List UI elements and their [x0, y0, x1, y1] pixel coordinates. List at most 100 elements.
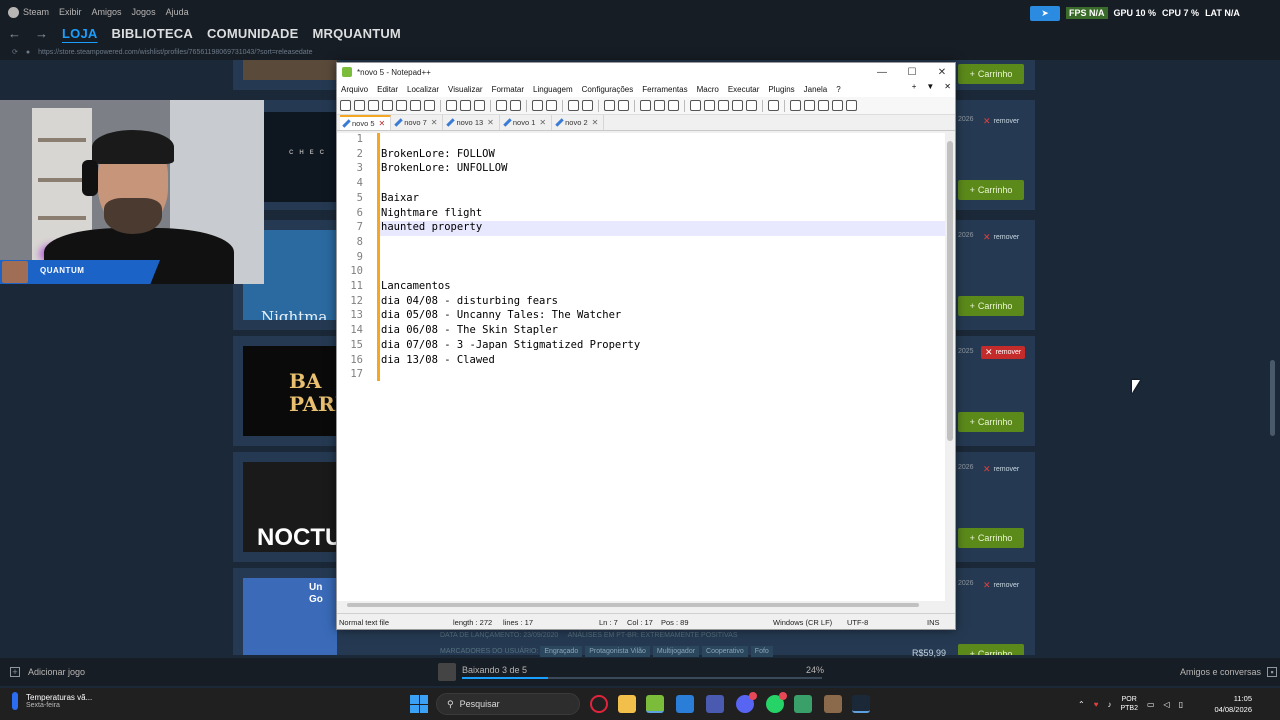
scroll-thumb[interactable] — [947, 141, 953, 441]
add-to-cart-button[interactable]: + Carrinho — [958, 296, 1024, 316]
indent-guide-icon[interactable] — [668, 100, 679, 111]
opera-icon[interactable] — [590, 695, 608, 713]
remove-link[interactable]: ✕ remover — [983, 116, 1019, 127]
game-thumbnail[interactable]: NOCTU — [243, 462, 337, 552]
menu-macro[interactable]: Macro — [697, 85, 719, 94]
steam-menu-steam[interactable]: Steam — [8, 6, 49, 18]
doc-tab[interactable]: novo 2 ✕ — [553, 115, 605, 130]
window-titlebar[interactable]: *novo 5 - Notepad++ — ☐ ✕ — [337, 63, 955, 81]
tag-chip[interactable]: Fofo — [750, 646, 773, 657]
function-list-icon[interactable] — [732, 100, 743, 111]
code-line[interactable]: BrokenLore: FOLLOW — [381, 148, 495, 160]
weather-widget[interactable]: Temperaturas vã... Sexta-feira — [12, 692, 92, 710]
menu-formatar[interactable]: Formatar — [492, 85, 524, 94]
doc-tab[interactable]: novo 13 ✕ — [444, 115, 500, 130]
sync-v-icon[interactable] — [604, 100, 615, 111]
discord-icon[interactable] — [736, 692, 757, 713]
tag-chip[interactable]: Multijogador — [652, 646, 700, 657]
add-to-cart-button[interactable]: + Carrinho — [958, 528, 1024, 548]
eol-format[interactable]: Windows (CR LF) — [773, 618, 832, 627]
save-icon[interactable] — [368, 100, 379, 111]
menu-visualizar[interactable]: Visualizar — [448, 85, 483, 94]
remove-link[interactable]: ✕ remover — [983, 580, 1019, 591]
sync-h-icon[interactable] — [618, 100, 629, 111]
text-editor[interactable]: 1 2 3 4 5 6 7 8 9 10 11 12 13 14 15 16 17 BrokenLore: FO… — [337, 133, 955, 609]
scroll-thumb[interactable] — [347, 603, 919, 607]
code-line[interactable]: dia 05/08 - Uncanny Tales: The Watcher — [381, 309, 621, 321]
print-icon[interactable] — [424, 100, 435, 111]
menu-ferramentas[interactable]: Ferramentas — [642, 85, 687, 94]
code-line[interactable]: Lancamentos — [381, 280, 451, 292]
tab-list-icon[interactable]: ▼ — [926, 82, 934, 91]
doc-tab[interactable]: novo 1 ✕ — [500, 115, 553, 130]
menu-executar[interactable]: Executar — [728, 85, 760, 94]
code-line[interactable]: dia 04/08 - disturbing fears — [381, 295, 558, 307]
steam-taskbar-icon[interactable] — [852, 695, 870, 713]
notepadpp-taskbar-icon[interactable] — [646, 695, 664, 713]
friends-chat-button[interactable]: Amigos e conversas ▪ — [1180, 667, 1278, 677]
word-wrap-icon[interactable] — [640, 100, 651, 111]
app-icon[interactable] — [794, 695, 812, 713]
doc-list-icon[interactable] — [718, 100, 729, 111]
add-game-button[interactable]: + Adicionar jogo — [10, 667, 85, 677]
network-icon[interactable]: ▭ — [1147, 700, 1155, 709]
cut-icon[interactable] — [446, 100, 457, 111]
teams-icon[interactable] — [706, 695, 724, 713]
show-all-chars-icon[interactable] — [654, 100, 665, 111]
remove-link[interactable]: ✕ remover — [983, 464, 1019, 475]
vertical-scrollbar[interactable] — [945, 133, 955, 609]
antivirus-icon[interactable]: ♥ — [1094, 700, 1099, 709]
menu-help[interactable]: ? — [836, 85, 840, 94]
tab-comunidade[interactable]: COMUNIDADE — [207, 26, 299, 41]
whatsapp-icon[interactable] — [766, 692, 787, 713]
add-to-cart-button[interactable]: + Carrinho — [958, 180, 1024, 200]
menu-plugins[interactable]: Plugins — [768, 85, 794, 94]
forward-arrow-icon[interactable]: → — [35, 26, 48, 41]
new-file-icon[interactable] — [340, 100, 351, 111]
encoding[interactable]: UTF-8 — [847, 618, 868, 627]
add-to-cart-button[interactable]: + Carrinho — [958, 412, 1024, 432]
tab-close-icon[interactable]: ✕ — [379, 119, 386, 128]
game-icon[interactable] — [824, 695, 842, 713]
code-line[interactable]: dia 07/08 - 3 -Japan Stigmatized Propert… — [381, 339, 640, 351]
game-thumbnail[interactable]: Un Go — [243, 578, 337, 655]
stop-macro-icon[interactable] — [804, 100, 815, 111]
page-scrollbar[interactable] — [1270, 360, 1275, 436]
paste-icon[interactable] — [474, 100, 485, 111]
tab-profile[interactable]: MRQUANTUM — [313, 26, 401, 41]
tag-chip[interactable]: Protagonista Vilão — [585, 646, 650, 657]
close-icon[interactable]: ✕ — [927, 63, 957, 81]
steam-menu-jogos[interactable]: Jogos — [132, 7, 156, 17]
code-line[interactable]: BrokenLore: UNFOLLOW — [381, 162, 507, 174]
horizontal-scrollbar[interactable] — [337, 601, 945, 610]
steam-menu-ajuda[interactable]: Ajuda — [166, 7, 189, 17]
map-icon[interactable] — [704, 100, 715, 111]
zoom-in-icon[interactable] — [568, 100, 579, 111]
language-indicator[interactable]: POR PTB2 — [1120, 695, 1138, 713]
tag-chip[interactable]: Cooperativo — [702, 646, 748, 657]
new-tab-icon[interactable]: + — [912, 82, 917, 91]
microphone-icon[interactable]: ♪ — [1107, 700, 1111, 709]
maximize-icon[interactable]: ☐ — [897, 63, 927, 81]
code-line[interactable]: haunted property — [381, 221, 482, 233]
redo-icon[interactable] — [510, 100, 521, 111]
download-status[interactable]: Baixando 3 de 5 — [462, 665, 527, 675]
find-icon[interactable] — [532, 100, 543, 111]
save-macro-icon[interactable] — [846, 100, 857, 111]
steam-menu-exibir[interactable]: Exibir — [59, 7, 82, 17]
close-all-icon[interactable] — [410, 100, 421, 111]
menu-janela[interactable]: Janela — [804, 85, 828, 94]
close-doc-icon[interactable]: ✕ — [944, 82, 951, 91]
file-explorer-icon[interactable] — [618, 695, 636, 713]
doc-tab[interactable]: novo 5 ✕ — [340, 115, 392, 130]
record-macro-icon[interactable] — [790, 100, 801, 111]
volume-icon[interactable]: ◁ — [1164, 700, 1170, 709]
monitor-icon[interactable] — [768, 100, 779, 111]
close-file-icon[interactable] — [396, 100, 407, 111]
menu-linguagem[interactable]: Linguagem — [533, 85, 573, 94]
add-to-cart-button[interactable]: + Carrinho — [958, 644, 1024, 655]
taskbar-search[interactable]: ⚲ Pesquisar — [436, 693, 580, 715]
menu-configuracoes[interactable]: Configurações — [582, 85, 634, 94]
open-file-icon[interactable] — [354, 100, 365, 111]
code-line[interactable]: dia 13/08 - Clawed — [381, 354, 495, 366]
